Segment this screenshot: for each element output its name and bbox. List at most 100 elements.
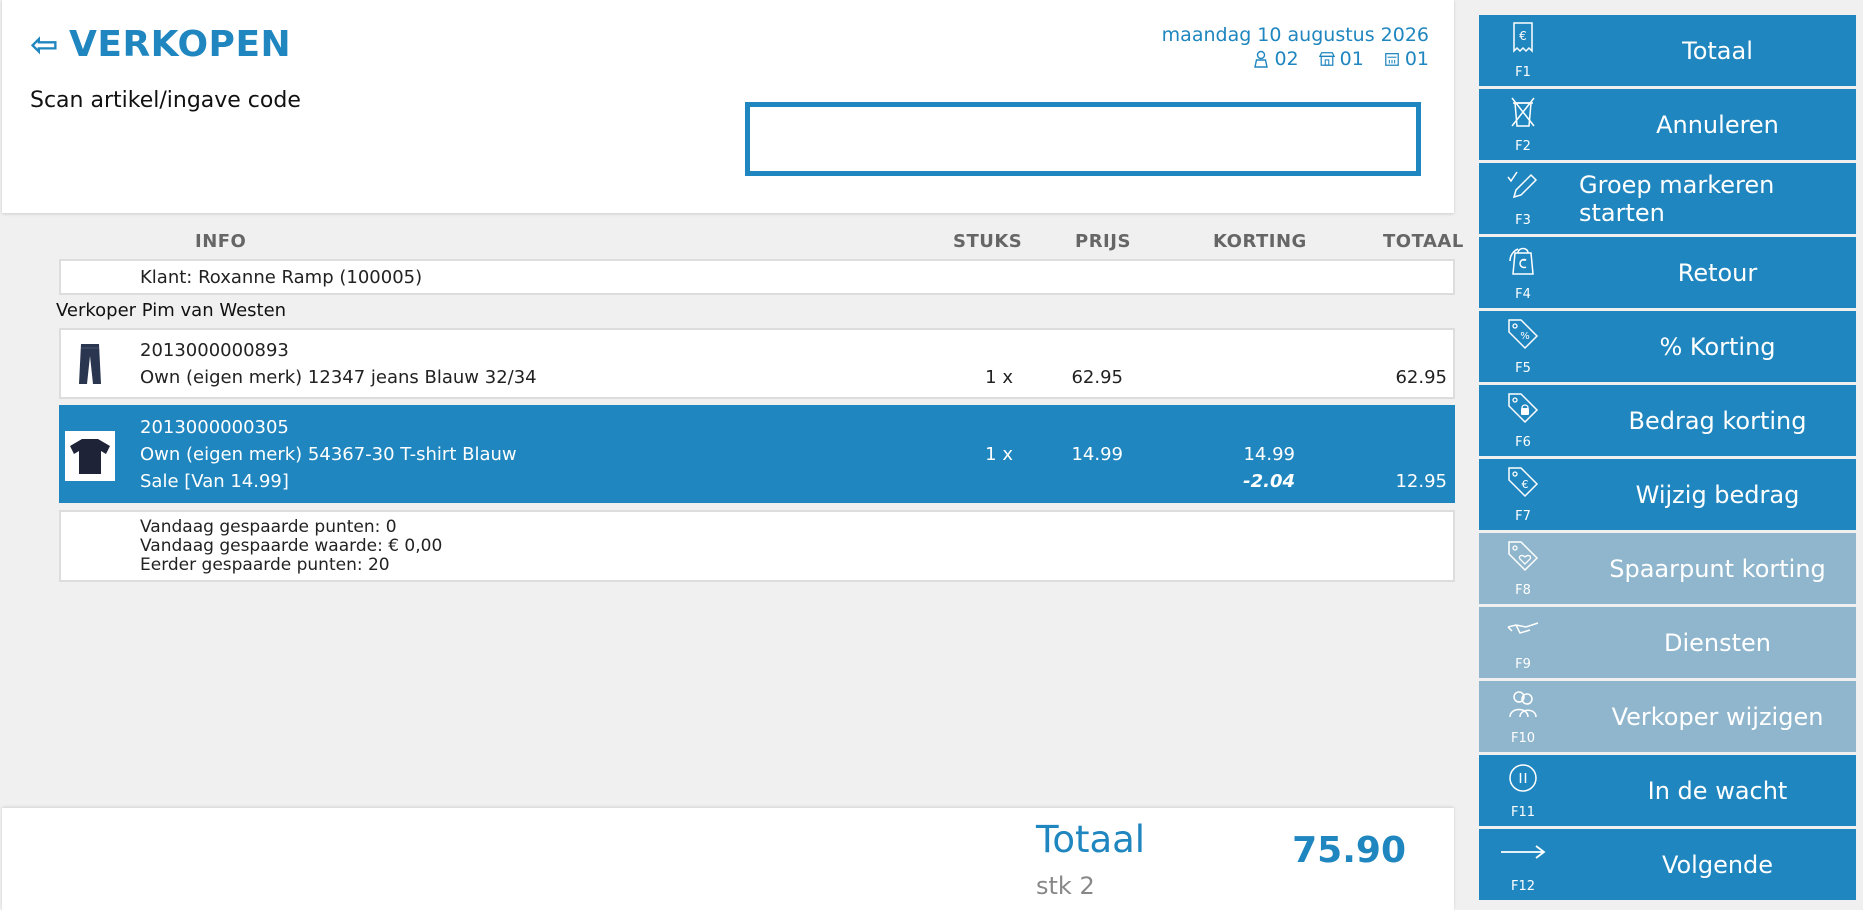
fkey-label: Annuleren bbox=[1656, 110, 1779, 139]
f10-verkoper-wijzigen-button[interactable]: F10 Verkoper wijzigen bbox=[1479, 681, 1856, 752]
item-korting: -2.04 bbox=[1243, 471, 1295, 492]
percent-tag-icon: % bbox=[1503, 316, 1543, 352]
fkey-code: F3 bbox=[1515, 213, 1531, 228]
user-counter: 02 bbox=[1253, 48, 1299, 70]
cancel-bin-icon bbox=[1503, 94, 1543, 130]
svg-text:%: % bbox=[1520, 331, 1530, 342]
user-icon bbox=[1254, 50, 1269, 68]
store-counter-value: 01 bbox=[1339, 48, 1364, 70]
fkey-code: F7 bbox=[1515, 509, 1531, 524]
item-totaal: 62.95 bbox=[1395, 367, 1447, 388]
total-value: 75.90 bbox=[1292, 830, 1406, 871]
fkey-label: Retour bbox=[1677, 258, 1758, 287]
pause-icon bbox=[1503, 760, 1543, 796]
return-bag-icon bbox=[1503, 242, 1543, 278]
fkey-code: F8 bbox=[1515, 583, 1531, 598]
scan-label: Scan artikel/ingave code bbox=[30, 88, 301, 113]
pencil-check-icon bbox=[1503, 168, 1543, 204]
total-label: Totaal bbox=[1036, 818, 1146, 861]
f6-bedrag-korting-button[interactable]: F6 Bedrag korting bbox=[1479, 385, 1856, 456]
heart-tag-icon bbox=[1503, 538, 1543, 574]
fkey-code: F10 bbox=[1510, 731, 1536, 746]
fkey-label: Wijzig bedrag bbox=[1635, 480, 1800, 509]
earlier-points: Eerder gespaarde punten: 20 bbox=[140, 555, 390, 575]
fkey-label: Groep markeren starten bbox=[1579, 170, 1775, 227]
user-counter-value: 02 bbox=[1274, 48, 1299, 70]
f11-in-de-wacht-button[interactable]: F11 In de wacht bbox=[1479, 755, 1856, 826]
left-arrow-icon[interactable]: ⇦ bbox=[30, 25, 59, 65]
customer-row[interactable]: Klant: Roxanne Ramp (100005) bbox=[59, 259, 1455, 295]
jeans-icon bbox=[65, 339, 115, 389]
item-stuks: 1 x bbox=[985, 444, 1013, 465]
right-arrow-icon bbox=[1499, 834, 1547, 870]
amount-tag-icon bbox=[1503, 390, 1543, 426]
fkey-code: F2 bbox=[1515, 139, 1531, 154]
f3-groep-markeren-button[interactable]: F3 Groep markeren starten bbox=[1479, 163, 1856, 234]
f9-diensten-button[interactable]: F9 Diensten bbox=[1479, 607, 1856, 678]
item-prijs: 14.99 bbox=[1071, 444, 1123, 465]
item-stuks: 1 x bbox=[985, 367, 1013, 388]
f4-retour-button[interactable]: F4 Retour bbox=[1479, 237, 1856, 308]
fkey-label: Spaarpunt korting bbox=[1609, 554, 1826, 583]
item-description: Own (eigen merk) 12347 jeans Blauw 32/34 bbox=[140, 367, 537, 388]
fkey-label: Totaal bbox=[1682, 36, 1753, 65]
euro-tag-icon: € bbox=[1503, 464, 1543, 500]
tshirt-icon bbox=[65, 431, 115, 481]
f8-spaarpunt-korting-button[interactable]: F8 Spaarpunt korting bbox=[1479, 533, 1856, 604]
title-text: VERKOPEN bbox=[69, 24, 292, 65]
f12-volgende-button[interactable]: F12 Volgende bbox=[1479, 829, 1856, 900]
fkey-code: F1 bbox=[1515, 65, 1531, 80]
store-counter: 01 bbox=[1318, 48, 1364, 70]
page-title: ⇦ VERKOPEN bbox=[30, 24, 291, 65]
fkey-label: Diensten bbox=[1663, 628, 1771, 657]
item-totaal: 12.95 bbox=[1395, 471, 1447, 492]
col-info: INFO bbox=[195, 231, 247, 252]
svg-text:€: € bbox=[1522, 478, 1529, 491]
item-description: Own (eigen merk) 54367-30 T-shirt Blauw bbox=[140, 444, 517, 465]
item-sale: Sale [Van 14.99] bbox=[140, 471, 289, 492]
scan-input[interactable] bbox=[745, 102, 1421, 176]
fkey-code: F12 bbox=[1510, 879, 1536, 894]
svg-text:€: € bbox=[1519, 29, 1527, 43]
counters: 02 01 01 bbox=[1253, 48, 1429, 70]
fkey-label: % Korting bbox=[1659, 332, 1776, 361]
table-row[interactable]: 2013000000893 Own (eigen merk) 12347 jea… bbox=[59, 328, 1455, 399]
header-panel: ⇦ VERKOPEN Scan artikel/ingave code maan… bbox=[2, 0, 1454, 213]
item-count: stk 2 bbox=[1036, 872, 1095, 900]
fkey-label: Verkoper wijzigen bbox=[1611, 702, 1824, 731]
fkey-label: In de wacht bbox=[1647, 776, 1788, 805]
item-korting-orig: 14.99 bbox=[1243, 444, 1295, 465]
item-code: 2013000000893 bbox=[140, 340, 289, 361]
fkey-code: F9 bbox=[1515, 657, 1531, 672]
fkey-label: Bedrag korting bbox=[1628, 406, 1807, 435]
users-icon bbox=[1503, 686, 1543, 722]
item-code: 2013000000305 bbox=[140, 417, 289, 438]
today-value: Vandaag gespaarde waarde: € 0,00 bbox=[140, 536, 443, 556]
fkey-code: F11 bbox=[1510, 805, 1536, 820]
customer-label: Klant: Roxanne Ramp (100005) bbox=[140, 267, 423, 288]
fkey-code: F5 bbox=[1515, 361, 1531, 376]
table-row-selected[interactable]: 2013000000305 Own (eigen merk) 54367-30 … bbox=[59, 405, 1455, 503]
loyalty-points-box: Vandaag gespaarde punten: 0 Vandaag gesp… bbox=[59, 510, 1455, 582]
col-korting: KORTING bbox=[1213, 231, 1307, 252]
today-points: Vandaag gespaarde punten: 0 bbox=[140, 517, 397, 537]
fkey-code: F4 bbox=[1515, 287, 1531, 302]
f2-annuleren-button[interactable]: F2 Annuleren bbox=[1479, 89, 1856, 160]
fkey-code: F6 bbox=[1515, 435, 1531, 450]
service-hand-icon bbox=[1503, 612, 1543, 648]
register-icon bbox=[1384, 53, 1399, 66]
totals-panel: Totaal 75.90 stk 2 bbox=[2, 808, 1454, 910]
f7-wijzig-bedrag-button[interactable]: € F7 Wijzig bedrag bbox=[1479, 459, 1856, 530]
f1-totaal-button[interactable]: € F1 Totaal bbox=[1479, 15, 1856, 86]
col-totaal: TOTAAL bbox=[1383, 231, 1464, 252]
col-stuks: STUKS bbox=[953, 231, 1023, 252]
item-prijs: 62.95 bbox=[1071, 367, 1123, 388]
register-counter: 01 bbox=[1384, 48, 1429, 70]
col-prijs: PRIJS bbox=[1075, 231, 1131, 252]
salesperson-label: Verkoper Pim van Westen bbox=[56, 300, 287, 321]
date-label: maandag 10 augustus 2026 bbox=[1161, 24, 1429, 46]
fkey-label: Volgende bbox=[1661, 850, 1774, 879]
f5-percent-korting-button[interactable]: % F5 % Korting bbox=[1479, 311, 1856, 382]
store-icon bbox=[1318, 52, 1335, 66]
receipt-euro-icon: € bbox=[1503, 20, 1543, 56]
